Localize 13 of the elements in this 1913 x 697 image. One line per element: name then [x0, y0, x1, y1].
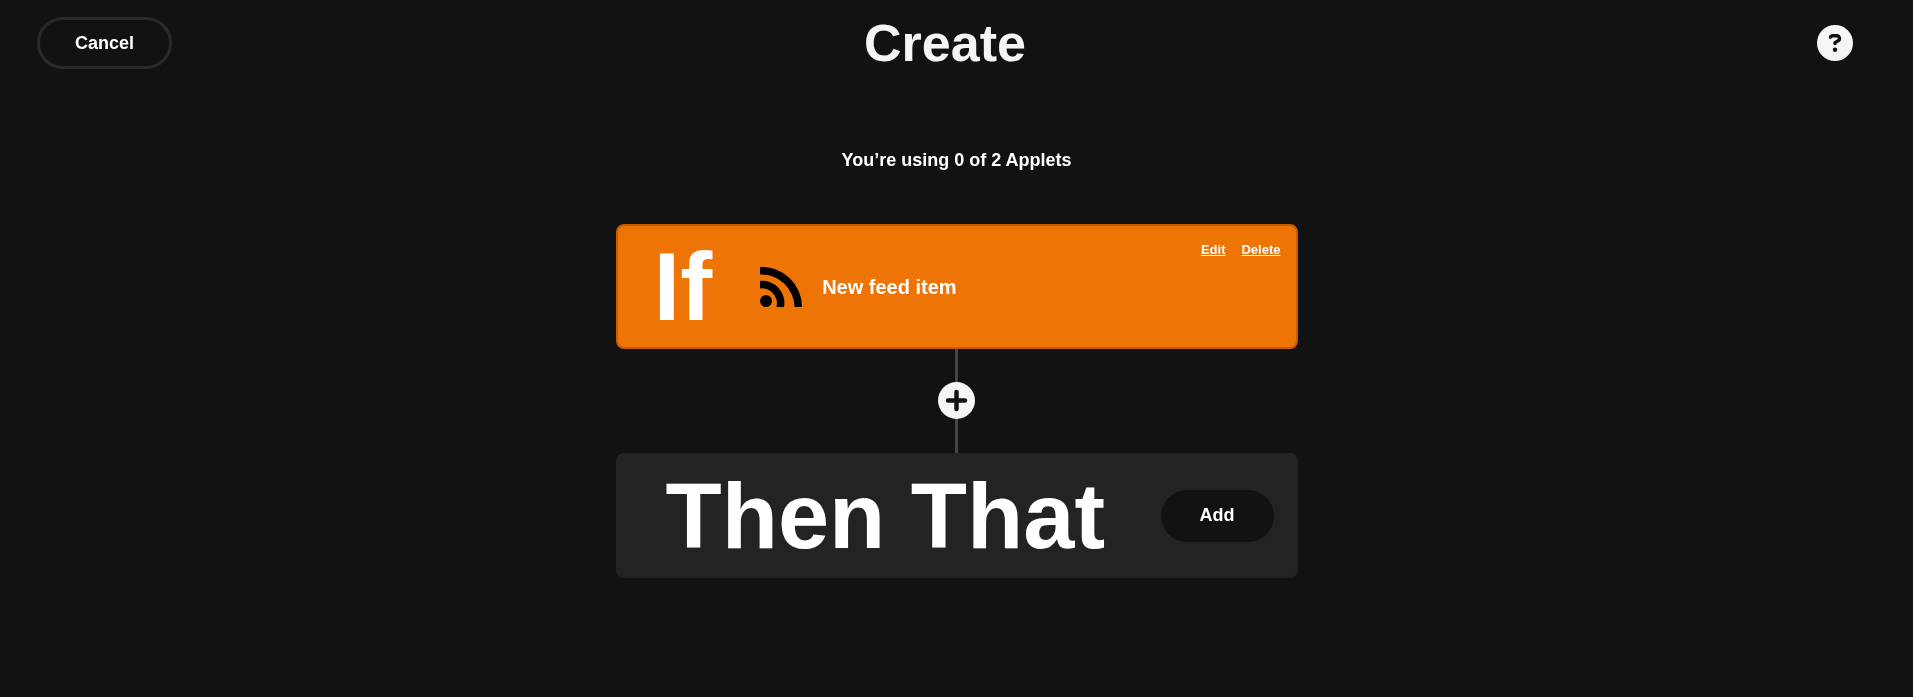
rss-icon [760, 266, 803, 307]
usage-text: You’re using 0 of 2 Applets [841, 149, 1072, 171]
connector-line [955, 419, 958, 453]
then-that-label: Then That [665, 469, 1105, 562]
add-button[interactable]: Add [1160, 489, 1274, 542]
cancel-button[interactable]: Cancel [37, 17, 172, 69]
if-label: If [653, 238, 713, 335]
help-icon[interactable] [1817, 25, 1853, 61]
plus-icon[interactable] [938, 382, 975, 419]
trigger-event: New feed item [822, 274, 957, 300]
connector-line [955, 349, 958, 382]
page-title: Create [864, 17, 1026, 69]
action-card[interactable]: Then That Add [615, 453, 1298, 578]
